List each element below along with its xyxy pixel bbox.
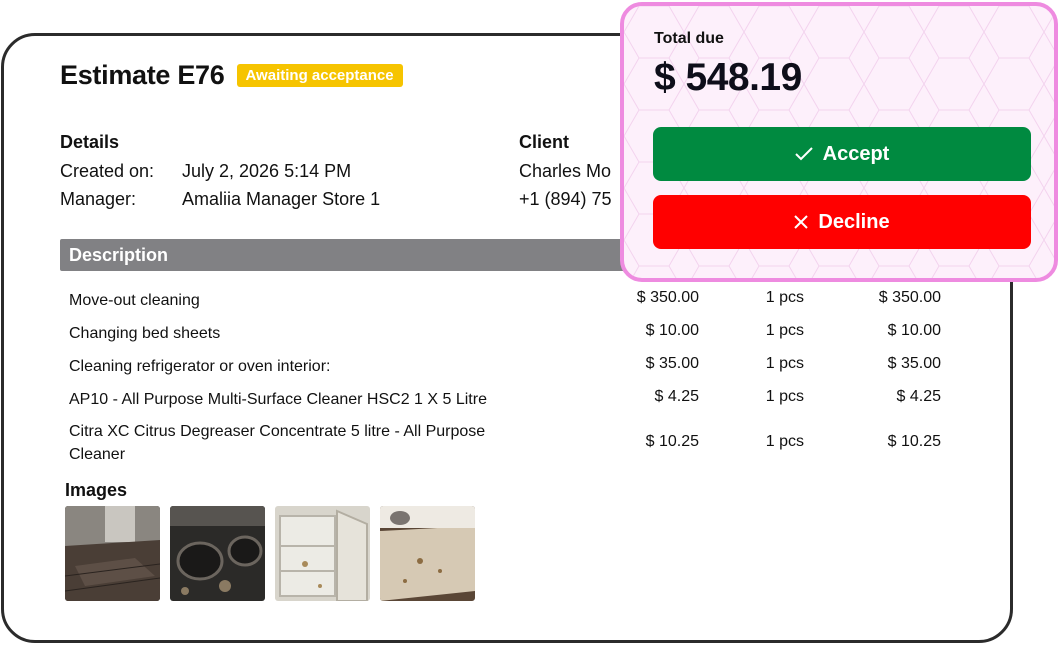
total-due-label: Total due <box>654 30 724 47</box>
images-heading: Images <box>65 480 128 500</box>
client-heading: Client <box>519 132 570 152</box>
estimate-title: Estimate E76 <box>60 60 225 90</box>
title-row: Estimate E76 Awaiting acceptance <box>60 60 403 91</box>
line-item-quantity: 1 pcs <box>765 289 804 306</box>
line-item-quantity: 1 pcs <box>765 388 804 405</box>
decline-button[interactable]: Decline <box>653 195 1031 249</box>
total-due-panel: Total due $ 548.19 Accept Decline <box>620 2 1058 282</box>
line-item-quantity: 1 pcs <box>765 322 804 339</box>
line-item-description: AP10 - All Purpose Multi-Surface Cleaner… <box>69 391 487 408</box>
line-item-total: $ 10.00 <box>887 322 941 339</box>
line-item-description: Move-out cleaning <box>69 292 200 309</box>
image-gallery <box>65 506 475 601</box>
client-phone: +1 (894) 75 <box>519 189 612 209</box>
manager-row: Manager: Amaliia Manager Store 1 <box>60 189 380 210</box>
details-heading: Details <box>60 132 120 152</box>
image-thumbnail-fridge[interactable] <box>275 506 370 601</box>
line-item-price: $ 35.00 <box>645 355 699 372</box>
line-item-price: $ 350.00 <box>636 289 699 306</box>
created-on-label: Created on: <box>60 161 155 181</box>
check-icon <box>794 147 813 161</box>
image-thumbnail-drawer[interactable] <box>380 506 475 601</box>
created-on-row: Created on: July 2, 2026 5:14 PM <box>60 161 351 182</box>
accept-button[interactable]: Accept <box>653 127 1031 181</box>
close-icon <box>794 215 809 229</box>
line-item-price: $ 4.25 <box>654 388 699 405</box>
line-item-price: $ 10.00 <box>645 322 699 339</box>
line-item-total: $ 350.00 <box>878 289 941 306</box>
line-item-description: Citra XC Citrus Degreaser Concentrate 5 … <box>69 423 486 463</box>
line-item-description: Changing bed sheets <box>69 325 221 342</box>
decline-label: Decline <box>818 210 890 233</box>
status-badge: Awaiting acceptance <box>236 64 403 87</box>
manager-label: Manager: <box>60 189 137 209</box>
total-due-amount: $ 548.19 <box>654 56 802 99</box>
line-item-total: $ 4.25 <box>896 388 941 405</box>
line-item-total: $ 10.25 <box>887 433 941 450</box>
line-item-price: $ 10.25 <box>645 433 699 450</box>
client-name: Charles Mo <box>519 161 612 181</box>
image-thumbnail-stove[interactable] <box>170 506 265 601</box>
line-item-total: $ 35.00 <box>887 355 941 372</box>
accept-label: Accept <box>822 142 890 165</box>
line-item-description: Cleaning refrigerator or oven interior: <box>69 358 331 375</box>
line-item-quantity: 1 pcs <box>765 433 804 450</box>
line-item-quantity: 1 pcs <box>765 355 804 372</box>
image-thumbnail-floor[interactable] <box>65 506 160 601</box>
created-on-value: July 2, 2026 5:14 PM <box>182 161 352 181</box>
manager-value: Amaliia Manager Store 1 <box>182 189 381 209</box>
